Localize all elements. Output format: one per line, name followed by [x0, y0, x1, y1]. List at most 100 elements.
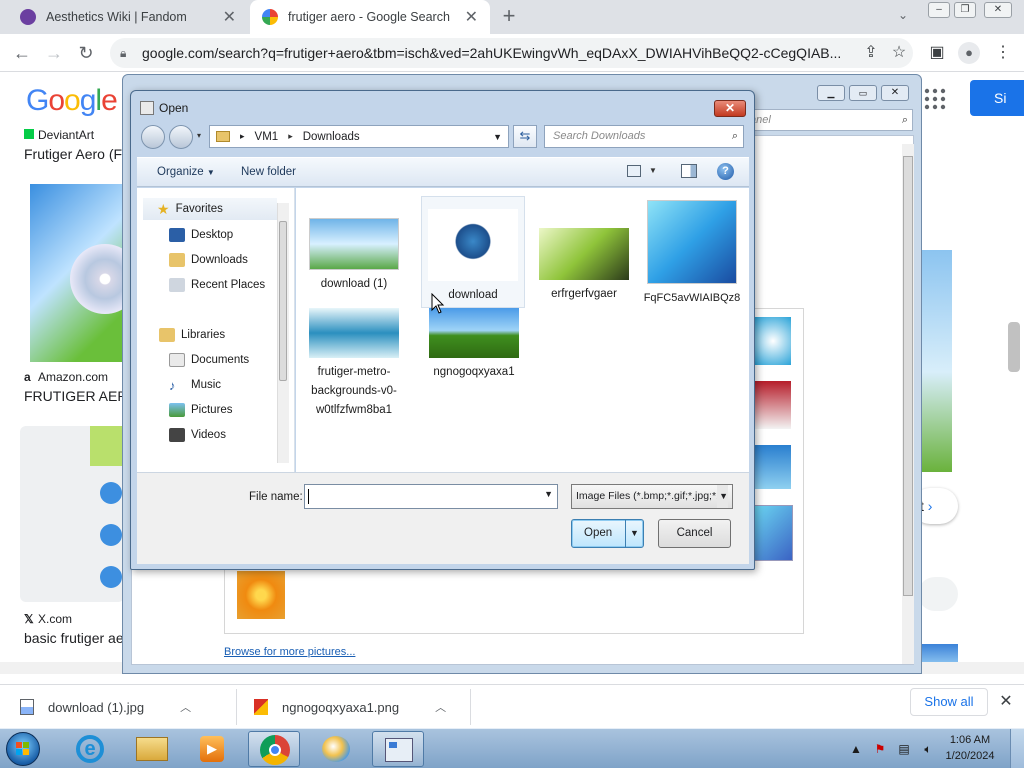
open-button[interactable]: Open ▼ [571, 519, 644, 548]
google-logo[interactable]: Google [26, 84, 118, 118]
chevron-up-icon: ︿ [180, 702, 192, 714]
chevron-down-icon[interactable]: ▼ [544, 489, 553, 499]
close-icon[interactable]: ✕ [881, 85, 909, 101]
preview-image[interactable] [920, 644, 958, 664]
background-search-field[interactable]: anel ⌕ [743, 109, 913, 131]
close-downloads-bar-icon[interactable]: ✕ [996, 690, 1016, 714]
image-file-icon [254, 699, 268, 715]
breadcrumb-item[interactable]: VM1 [255, 131, 279, 143]
preview-image[interactable] [920, 250, 952, 472]
action-center-flag-icon[interactable]: ⚑ [872, 741, 888, 757]
file-item[interactable]: FqFC5avWIAIBQz8 [642, 200, 742, 308]
address-breadcrumb[interactable]: ▸ VM1 ▸ Downloads ▼ [209, 125, 509, 148]
close-window-icon[interactable]: ✕ [984, 2, 1012, 18]
star-icon: ★ [157, 200, 170, 217]
file-item[interactable]: frutiger-metro-backgrounds-v0-w0tlfzfwm8… [306, 308, 402, 420]
file-name-input[interactable]: ▼ [304, 484, 558, 509]
apps-grid-icon[interactable] [924, 88, 946, 110]
scrollbar-thumb[interactable] [903, 156, 913, 596]
restore-icon[interactable]: ❐ [954, 2, 976, 18]
file-name: frutiger-metro-backgrounds-v0-w0tlfzfwm8… [311, 366, 397, 416]
result-title: Frutiger Aero (F [24, 146, 123, 162]
music-icon: ♪ [169, 377, 176, 393]
back-icon[interactable]: ← [10, 41, 34, 65]
preview-pane-icon[interactable] [681, 164, 697, 178]
picture-thumb[interactable] [755, 445, 791, 489]
result-thumbnail[interactable] [20, 426, 124, 602]
back-icon[interactable] [141, 125, 165, 149]
file-name: download (1) [320, 278, 388, 290]
side-panel-icon[interactable]: ▣ [926, 42, 948, 64]
new-tab-icon[interactable]: + [497, 5, 521, 29]
refresh-icon[interactable]: ⇆ [513, 125, 537, 148]
forward-icon[interactable]: → [42, 41, 66, 65]
minimize-icon[interactable]: ▁ [817, 85, 845, 101]
change-view-icon[interactable] [627, 165, 641, 177]
network-icon[interactable]: ▤ [896, 741, 912, 757]
cancel-button[interactable]: Cancel [658, 519, 731, 548]
close-tab-icon[interactable]: ✕ [223, 7, 236, 27]
help-icon[interactable]: ? [717, 163, 734, 180]
nav-scrollbar-thumb[interactable] [279, 221, 287, 381]
profile-avatar-icon[interactable]: ● [958, 42, 980, 64]
show-hidden-icons-icon[interactable]: ▲ [848, 741, 864, 757]
picture-thumb[interactable] [755, 381, 791, 429]
recent-pages-chevron-icon[interactable]: ▾ [197, 131, 201, 140]
result-thumbnail[interactable] [30, 184, 140, 362]
chevron-down-icon: ▼ [493, 131, 502, 142]
tab-google-search[interactable]: frutiger aero - Google Search ✕ [250, 0, 490, 34]
browse-more-link[interactable]: Browse for more pictures... [224, 646, 355, 658]
page-scrollbar-thumb[interactable] [1008, 322, 1020, 372]
result-card[interactable]: a Amazon.com FRUTIGER AER( [24, 370, 124, 404]
downloads-bar: download (1).jpg ︿ ngnogoqxyaxa1.png ︿ [0, 684, 1024, 728]
show-desktop-button[interactable] [1010, 729, 1024, 768]
show-all-downloads-button[interactable]: Show all [910, 688, 988, 716]
image-file-icon [20, 699, 34, 715]
download-item[interactable]: ngnogoqxyaxa1.png ︿ [254, 693, 446, 721]
nav-favorites[interactable]: ★ Favorites [143, 198, 277, 220]
file-thumbnail [647, 200, 737, 284]
chevron-down-icon[interactable]: ▼ [649, 166, 657, 175]
result-card[interactable]: DeviantArt Frutiger Aero (F [24, 128, 124, 162]
close-icon[interactable]: ✕ [714, 100, 746, 117]
search-downloads-field[interactable]: Search Downloads ⌕ [544, 125, 744, 148]
result-card[interactable]: 𝕏 X.com basic frutiger ae [24, 612, 124, 646]
menu-kebab-icon[interactable]: ⋮ [992, 42, 1014, 64]
navigation-pane: ★ Favorites Desktop Downloads Recent Plac… [137, 188, 295, 472]
chevron-down-icon: ▼ [206, 168, 215, 177]
file-item[interactable]: download [421, 196, 525, 308]
maximize-icon[interactable]: ▭ [849, 85, 877, 101]
chrome-taskbar-icon[interactable] [248, 731, 300, 767]
share-icon[interactable]: ⇪ [860, 42, 882, 64]
tab-aesthetics-wiki[interactable]: Aesthetics Wiki | Fandom ✕ [8, 0, 248, 34]
close-tab-icon[interactable]: ✕ [465, 7, 478, 27]
system-clock[interactable]: 1:06 AM 1/20/2024 [945, 732, 995, 764]
file-type-filter[interactable]: Image Files (*.bmp;*.gif;*.jpg;*.p ▼ [571, 484, 733, 509]
volume-icon[interactable]: 🔈︎ [920, 741, 936, 757]
file-explorer-taskbar-icon[interactable] [126, 731, 178, 767]
new-folder-button[interactable]: New folder [241, 166, 296, 178]
start-button-icon[interactable] [6, 732, 40, 766]
open-split-dropdown-icon[interactable]: ▼ [625, 520, 643, 547]
file-item[interactable]: erfrgerfvgaer [536, 228, 632, 304]
paint-taskbar-icon[interactable] [310, 731, 362, 767]
picture-thumb[interactable] [755, 317, 791, 365]
media-player-taskbar-icon[interactable]: ▶ [186, 731, 238, 767]
forward-icon[interactable] [169, 125, 193, 149]
picture-thumb[interactable] [753, 505, 793, 561]
reload-icon[interactable]: ↻ [74, 41, 98, 65]
sign-in-button[interactable]: Si [970, 80, 1024, 116]
minimize-icon[interactable]: – [928, 2, 950, 18]
address-bar[interactable]: 🔒︎ google.com/search?q=frutiger+aero&tbm… [110, 38, 913, 68]
open-dialog-taskbar-icon[interactable] [372, 731, 424, 767]
pill-button[interactable] [918, 577, 958, 611]
tab-search-chevron-icon[interactable]: ⌄ [898, 8, 908, 22]
file-item[interactable]: ngnogoqxyaxa1 [426, 308, 522, 382]
internet-explorer-taskbar-icon[interactable]: e [64, 731, 116, 767]
file-item[interactable]: download (1) [306, 218, 402, 294]
bookmark-star-icon[interactable]: ☆ [888, 42, 910, 64]
picture-thumb[interactable] [237, 571, 285, 619]
download-item[interactable]: download (1).jpg ︿ [20, 693, 191, 721]
breadcrumb-item[interactable]: Downloads [303, 131, 360, 143]
organize-button[interactable]: Organize ▼ [157, 166, 215, 178]
